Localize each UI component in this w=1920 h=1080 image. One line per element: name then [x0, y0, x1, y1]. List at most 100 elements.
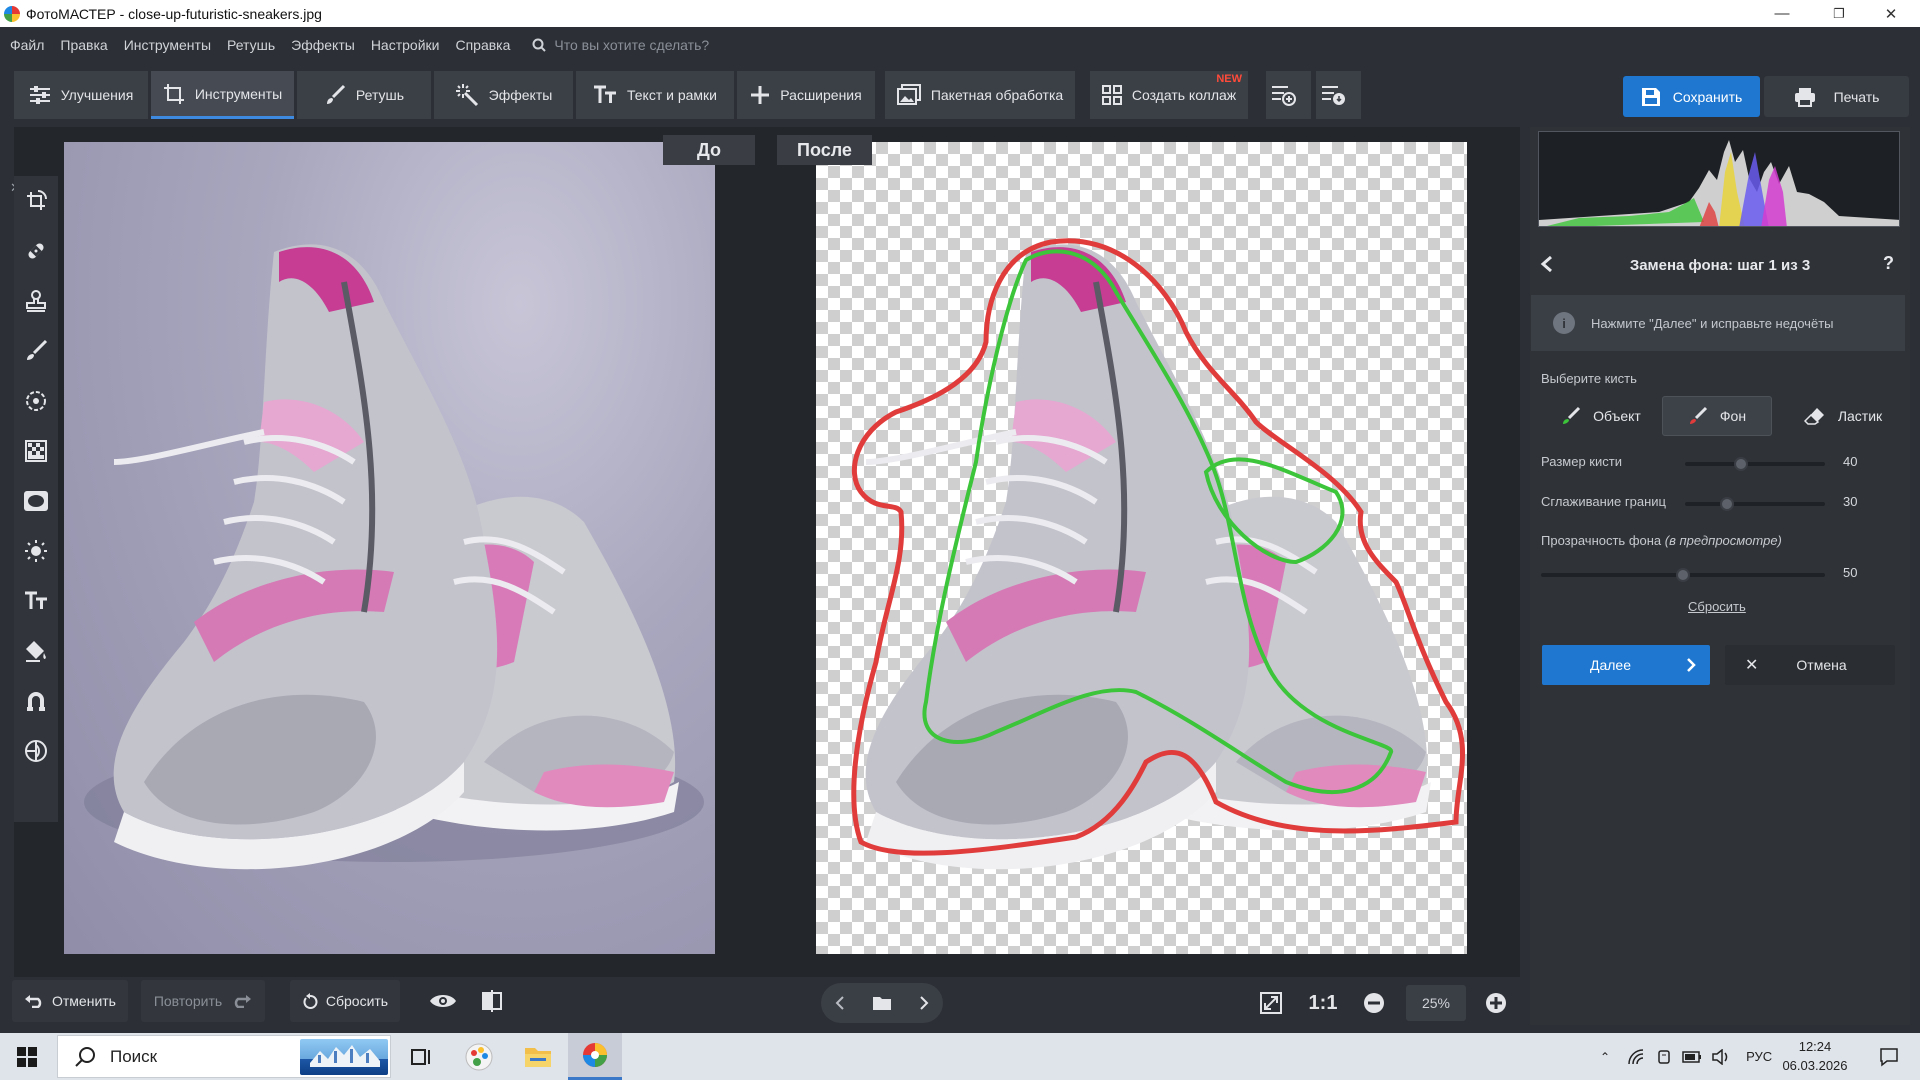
tool-gradient[interactable]: [14, 426, 58, 476]
tool-tonal[interactable]: [14, 726, 58, 776]
menu-file[interactable]: Файл: [10, 37, 44, 53]
sliders-icon: [29, 86, 50, 104]
slider-thumb[interactable]: [1734, 457, 1748, 471]
brush-size-slider[interactable]: [1685, 457, 1825, 471]
brush-icon: [326, 84, 345, 104]
histogram-graph: [1539, 140, 1899, 226]
preview-toggle[interactable]: [425, 980, 469, 1022]
info-message: i Нажмите "Далее" и исправьте недочёты: [1531, 295, 1905, 351]
brush-background-button[interactable]: Фон: [1662, 396, 1772, 436]
tool-radial[interactable]: [14, 376, 58, 426]
after-image[interactable]: [816, 142, 1467, 954]
tab-tools-label: Инструменты: [194, 85, 283, 102]
zoom-in-button[interactable]: [1484, 990, 1508, 1016]
taskbar-app-explorer[interactable]: [511, 1033, 565, 1080]
transparency-label: Прозрачность фона: [1541, 533, 1662, 548]
tab-text-frames[interactable]: Текст и рамки: [576, 71, 734, 119]
menu-effects[interactable]: Эффекты: [291, 37, 355, 53]
next-button[interactable]: Далее: [1542, 645, 1710, 685]
vignette-icon: [24, 491, 48, 511]
chevron-left-icon[interactable]: [835, 995, 845, 1011]
tool-vignette[interactable]: [14, 476, 58, 526]
menu-tools[interactable]: Инструменты: [124, 37, 211, 53]
zoom-out-button[interactable]: [1362, 990, 1386, 1016]
task-view-button[interactable]: [394, 1033, 448, 1080]
minimize-button[interactable]: —: [1759, 0, 1805, 27]
tool-fill[interactable]: [14, 626, 58, 676]
tool-light[interactable]: [14, 526, 58, 576]
eraser-button[interactable]: Ластик: [1783, 396, 1903, 436]
zoom-level[interactable]: 25%: [1406, 985, 1466, 1021]
fullscreen-icon: [1260, 992, 1282, 1014]
tool-rotate[interactable]: [14, 176, 58, 226]
volume-icon[interactable]: [1712, 1048, 1730, 1065]
tool-strip: [14, 176, 58, 822]
brush-size-label: Размер кисти: [1541, 454, 1622, 469]
notifications-button[interactable]: [1862, 1033, 1916, 1080]
brush-object-button[interactable]: Объект: [1541, 396, 1661, 436]
device-icon[interactable]: [1656, 1049, 1672, 1065]
stamp-icon: [26, 290, 46, 312]
save-button[interactable]: Сохранить: [1623, 76, 1760, 117]
slider-thumb[interactable]: [1676, 568, 1690, 582]
tray-expand-icon[interactable]: ⌃: [1600, 1050, 1610, 1064]
start-button[interactable]: [0, 1033, 54, 1080]
folder-icon[interactable]: [872, 995, 892, 1011]
save-icon: [1641, 87, 1660, 106]
transparency-slider[interactable]: [1541, 568, 1825, 582]
help-button[interactable]: ?: [1883, 253, 1894, 274]
taskbar-clock[interactable]: 12:24 06.03.2026: [1776, 1037, 1854, 1075]
reset-button[interactable]: Сбросить: [290, 980, 400, 1022]
command-search-placeholder: Что вы хотите сделать?: [554, 37, 710, 53]
fit-screen-button[interactable]: [1258, 990, 1284, 1016]
cancel-button[interactable]: ✕ Отмена: [1725, 645, 1895, 685]
tool-healing[interactable]: [14, 226, 58, 276]
tab-retouch[interactable]: Ретушь: [297, 71, 431, 119]
menu-help[interactable]: Справка: [455, 37, 510, 53]
print-button[interactable]: Печать: [1764, 76, 1909, 117]
lasso-icon: [27, 692, 45, 711]
tab-enhancements[interactable]: Улучшения: [14, 71, 148, 119]
tab-tools[interactable]: Инструменты: [151, 71, 294, 119]
reset-sliders-link[interactable]: Сбросить: [1688, 599, 1746, 614]
minus-icon: [1364, 993, 1384, 1013]
redo-button[interactable]: Повторить: [141, 980, 265, 1022]
tab-batch[interactable]: Пакетная обработка: [885, 71, 1075, 119]
compare-toggle[interactable]: [474, 980, 518, 1022]
apply-preset-button[interactable]: [1316, 71, 1361, 119]
menu-settings[interactable]: Настройки: [371, 37, 440, 53]
print-button-label: Печать: [1833, 88, 1880, 105]
bandage-icon: [28, 243, 44, 259]
smoothing-slider[interactable]: [1685, 497, 1825, 511]
actual-size-button[interactable]: 1:1: [1306, 990, 1340, 1016]
menu-retouch[interactable]: Ретушь: [227, 37, 275, 53]
command-search[interactable]: Что вы хотите сделать?: [532, 37, 709, 53]
tab-extensions[interactable]: Расширения: [737, 71, 875, 119]
tool-brush[interactable]: [14, 326, 58, 376]
taskbar-app-paint[interactable]: [452, 1033, 506, 1080]
close-button[interactable]: ✕: [1868, 0, 1914, 27]
tool-text[interactable]: [14, 576, 58, 626]
add-preset-button[interactable]: [1266, 71, 1311, 119]
slider-track: [1685, 462, 1825, 466]
tab-collage[interactable]: Создать коллаж NEW: [1090, 71, 1248, 119]
info-icon: i: [1553, 312, 1575, 334]
tab-effects[interactable]: Эффекты: [434, 71, 573, 119]
slider-thumb[interactable]: [1720, 497, 1734, 511]
network-icon[interactable]: [1628, 1048, 1646, 1065]
app-logo-icon: [4, 5, 20, 22]
taskbar-app-fotomaster[interactable]: [568, 1033, 622, 1080]
landmark-illustration: [310, 1045, 380, 1067]
search-highlight-image[interactable]: [300, 1039, 388, 1075]
tool-stamp[interactable]: [14, 276, 58, 326]
battery-icon[interactable]: [1682, 1050, 1702, 1064]
restore-button[interactable]: ❐: [1816, 0, 1862, 27]
tool-replace-bg[interactable]: [14, 676, 58, 726]
undo-button[interactable]: Отменить: [12, 980, 128, 1022]
menu-edit[interactable]: Правка: [60, 37, 107, 53]
before-image[interactable]: [64, 142, 715, 954]
title-bar: ФотоМАСТЕР - close-up-futuristic-sneaker…: [0, 0, 1920, 27]
text-icon: [25, 591, 47, 609]
chevron-right-icon[interactable]: [919, 995, 929, 1011]
language-indicator[interactable]: РУС: [1746, 1049, 1772, 1064]
